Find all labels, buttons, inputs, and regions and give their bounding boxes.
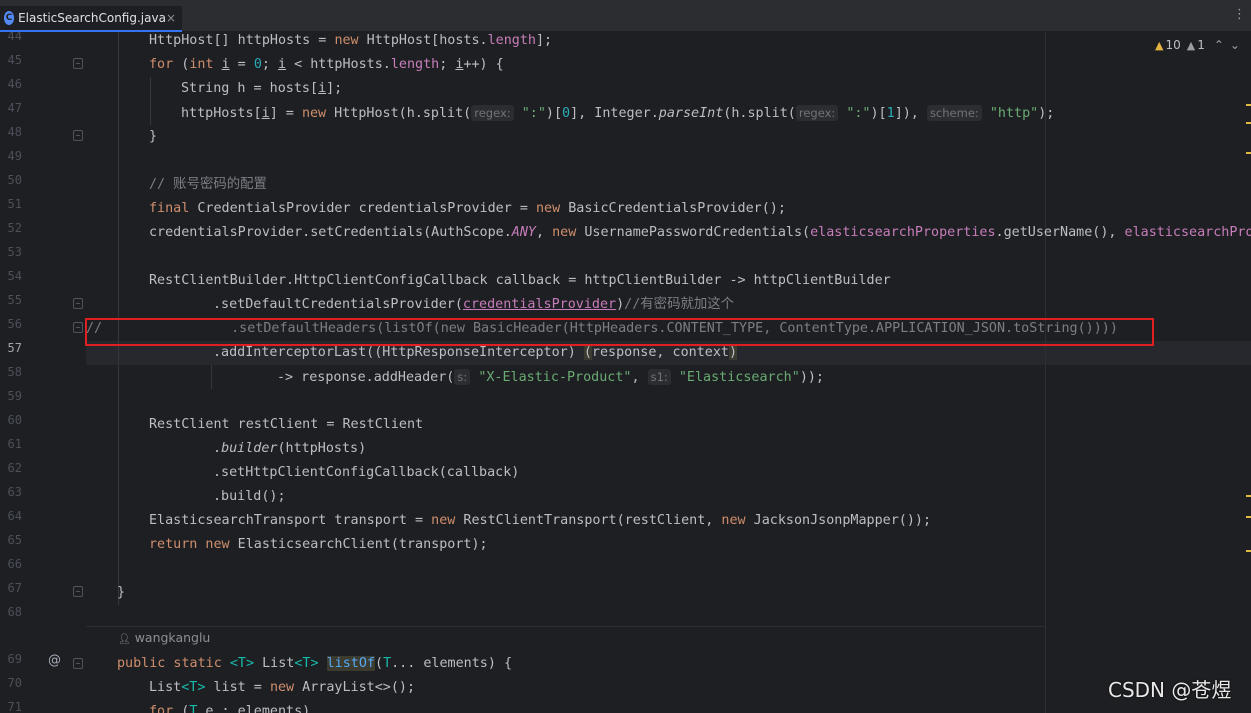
line-number-current: 57 bbox=[7, 341, 22, 355]
line-number: 70 bbox=[7, 676, 22, 690]
code-editor[interactable]: 44 45 46 47 48 49 50 51 52 53 54 55 56 5… bbox=[0, 32, 1251, 713]
fold-marker-icon[interactable] bbox=[73, 298, 83, 309]
parameter-hint: s: bbox=[454, 369, 471, 385]
line-number: 62 bbox=[7, 461, 22, 475]
line-number: 61 bbox=[7, 437, 22, 451]
code-line[interactable]: for (T e : elements) bbox=[149, 700, 310, 713]
warning-stripe[interactable] bbox=[1246, 516, 1251, 518]
fold-marker-icon[interactable] bbox=[73, 658, 83, 669]
right-margin-guide bbox=[1045, 32, 1046, 713]
code-line[interactable]: } bbox=[149, 125, 157, 149]
code-line[interactable]: final CredentialsProvider credentialsPro… bbox=[149, 197, 786, 221]
line-number: 46 bbox=[7, 77, 22, 91]
fold-marker-icon[interactable] bbox=[73, 58, 83, 69]
line-number: 45 bbox=[7, 53, 22, 67]
code-line[interactable]: .builder(httpHosts) bbox=[213, 437, 366, 461]
warning-stripe[interactable] bbox=[1246, 122, 1251, 124]
weak-warning-icon: ▲ bbox=[1186, 38, 1196, 52]
line-number: 53 bbox=[7, 245, 22, 259]
tab-elasticsearchconfig[interactable]: C ElasticSearchConfig.java × bbox=[0, 6, 182, 32]
line-number: 69 bbox=[7, 652, 22, 666]
tab-options-icon[interactable]: ⋮ bbox=[1233, 8, 1246, 21]
line-number: 63 bbox=[7, 485, 22, 499]
line-number: 66 bbox=[7, 557, 22, 571]
line-number: 59 bbox=[7, 389, 22, 403]
warning-count: 10 bbox=[1165, 38, 1181, 52]
line-number: 44 bbox=[7, 32, 22, 43]
code-line[interactable]: RestClientBuilder.HttpClientConfigCallba… bbox=[149, 269, 891, 293]
weak-warning-count: 1 bbox=[1197, 38, 1205, 52]
parameter-hint: regex: bbox=[795, 105, 839, 121]
author-name: wangkanglu bbox=[134, 630, 211, 645]
line-number: 55 bbox=[7, 293, 22, 307]
override-marker-icon[interactable]: @ bbox=[48, 653, 61, 668]
parameter-hint: scheme: bbox=[926, 105, 982, 121]
watermark: CSDN @苍煜 bbox=[1108, 678, 1232, 702]
code-line[interactable]: HttpHost[] httpHosts = new HttpHost[host… bbox=[149, 32, 552, 53]
code-line[interactable]: -> response.addHeader(s: "X-Elastic-Prod… bbox=[277, 365, 824, 389]
highlight-annotation-box bbox=[85, 318, 1154, 346]
line-number: 48 bbox=[7, 125, 22, 139]
line-number: 65 bbox=[7, 533, 22, 547]
warning-stripe[interactable] bbox=[1246, 104, 1251, 106]
warning-icon: ▲ bbox=[1155, 38, 1164, 52]
line-number: 54 bbox=[7, 269, 22, 283]
parameter-hint: regex: bbox=[471, 105, 514, 121]
line-number: 56 bbox=[7, 317, 22, 331]
previous-problem-icon[interactable]: ⌃ bbox=[1214, 38, 1224, 52]
code-line[interactable]: } bbox=[117, 581, 125, 605]
code-line[interactable]: List<T> list = new ArrayList<>(); bbox=[149, 676, 415, 700]
line-number: 51 bbox=[7, 197, 22, 211]
line-number: 50 bbox=[7, 173, 22, 187]
author-separator bbox=[86, 626, 1046, 627]
code-line[interactable]: for (int i = 0; i < httpHosts.length; i+… bbox=[149, 53, 504, 77]
code-line[interactable]: ElasticsearchTransport transport = new R… bbox=[149, 509, 931, 533]
code-line[interactable]: httpHosts[i] = new HttpHost(h.split(rege… bbox=[181, 101, 1054, 125]
line-number: 60 bbox=[7, 413, 22, 427]
code-line[interactable]: public static <T> List<T> listOf(T... el… bbox=[117, 652, 512, 676]
warning-stripe[interactable] bbox=[1246, 152, 1251, 154]
line-number: 67 bbox=[7, 581, 22, 595]
line-number: 58 bbox=[7, 365, 22, 379]
line-number: 71 bbox=[7, 700, 22, 713]
tab-label: ElasticSearchConfig.java bbox=[18, 11, 166, 25]
line-number: 68 bbox=[7, 605, 22, 619]
code-author-hint[interactable]: 👤︎ wangkanglu bbox=[118, 630, 210, 645]
java-class-icon: C bbox=[4, 11, 15, 25]
code-line[interactable]: RestClient restClient = RestClient bbox=[149, 413, 423, 437]
code-line[interactable]: return new ElasticsearchClient(transport… bbox=[149, 533, 488, 557]
indent-guide bbox=[150, 77, 151, 125]
next-problem-icon[interactable]: ⌄ bbox=[1230, 38, 1240, 52]
fold-marker-icon[interactable] bbox=[73, 586, 83, 597]
code-line[interactable]: .setDefaultCredentialsProvider(credentia… bbox=[213, 293, 734, 317]
indent-guide bbox=[211, 365, 212, 389]
warning-stripe[interactable] bbox=[1246, 550, 1251, 552]
editor-tab-bar: C ElasticSearchConfig.java × ⋮ bbox=[0, 0, 1251, 32]
parameter-hint: s1: bbox=[647, 369, 671, 385]
code-line[interactable]: .setHttpClientConfigCallback(callback) bbox=[213, 461, 519, 485]
line-number: 47 bbox=[7, 101, 22, 115]
line-number: 49 bbox=[7, 149, 22, 163]
code-comment[interactable]: // 账号密码的配置 bbox=[149, 173, 267, 197]
inspection-widget[interactable]: ▲ 10 ▲ 1 ⌃ ⌄ bbox=[1155, 38, 1240, 52]
fold-marker-icon[interactable] bbox=[73, 130, 83, 141]
fold-marker-icon[interactable] bbox=[73, 322, 83, 333]
code-line[interactable]: credentialsProvider.setCredentials(AuthS… bbox=[149, 221, 1251, 245]
close-tab-icon[interactable]: × bbox=[166, 11, 176, 25]
line-number: 64 bbox=[7, 509, 22, 523]
code-line[interactable]: .build(); bbox=[213, 485, 286, 509]
user-icon: 👤︎ bbox=[118, 634, 131, 645]
code-line[interactable]: String h = hosts[i]; bbox=[181, 77, 342, 101]
warning-stripe[interactable] bbox=[1246, 495, 1251, 497]
line-number: 52 bbox=[7, 221, 22, 235]
